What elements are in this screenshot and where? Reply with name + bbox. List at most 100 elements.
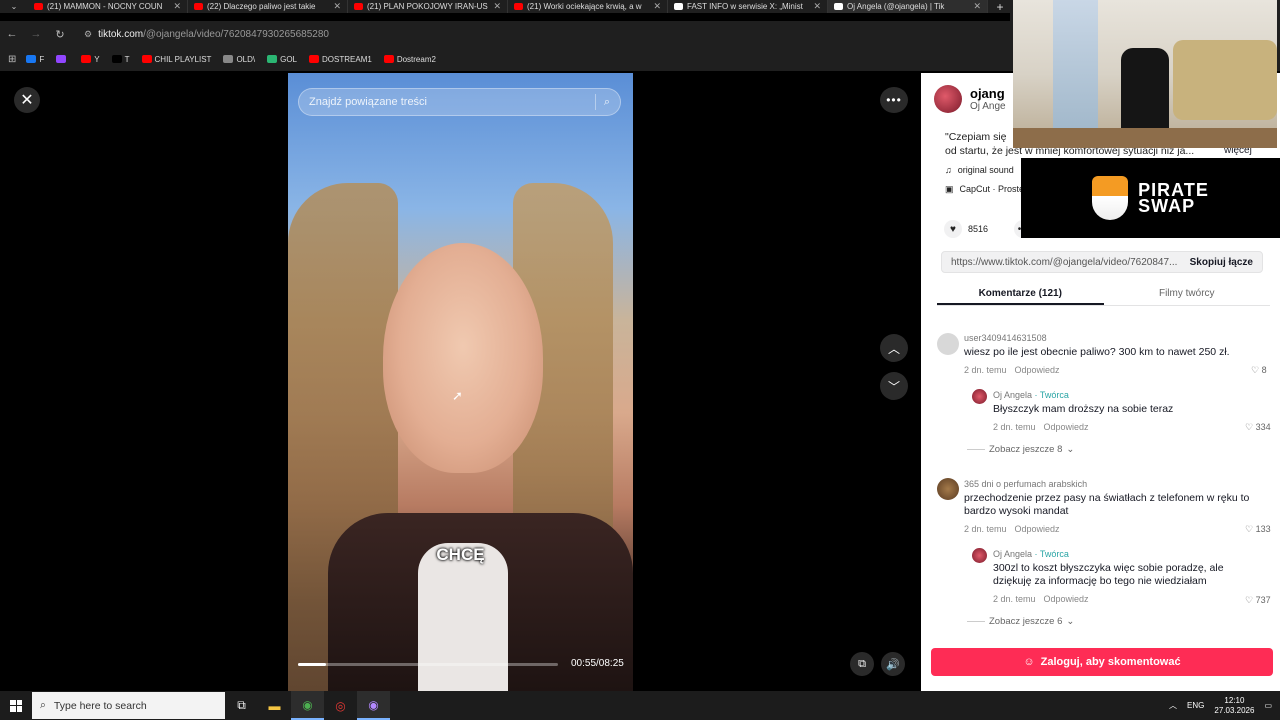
app-icon-purple[interactable]: ◉ xyxy=(357,691,390,720)
comment-meta: 2 dn. temu Odpowiedz xyxy=(964,524,1264,534)
reply-button[interactable]: Odpowiedz xyxy=(1044,594,1089,604)
show-more-replies-button[interactable]: Zobacz jeszcze 6 ⌄ xyxy=(967,616,1074,627)
creator-avatar[interactable] xyxy=(972,548,987,563)
sound-row[interactable]: ♫ original sound xyxy=(945,165,1014,175)
app-icon-red[interactable]: ◎ xyxy=(324,691,357,720)
panel-tabs: Komentarze (121) Filmy twórcy xyxy=(937,282,1270,306)
url-field[interactable]: ⚙ tiktok.com/@ojangela/video/76208479302… xyxy=(76,22,337,46)
reply-button[interactable]: Odpowiedz xyxy=(1044,422,1089,432)
reply-text: Błyszczyk mam droższy na sobie teraz xyxy=(993,403,1174,415)
floating-player-button[interactable]: ⧉ xyxy=(850,652,874,676)
close-tab-icon[interactable]: ✕ xyxy=(653,1,661,12)
search-icon[interactable]: ⌕ xyxy=(604,96,610,109)
login-to-comment-button[interactable]: ☺ Zaloguj, aby skomentować xyxy=(931,648,1273,676)
back-icon[interactable]: ← xyxy=(0,28,24,40)
bookmark-item[interactable]: T xyxy=(111,55,130,64)
comment-username[interactable]: 365 dni o perfumach arabskich xyxy=(964,479,1264,489)
notification-icon[interactable]: ▭ xyxy=(1264,701,1272,710)
comment-username[interactable]: user3409414631508 xyxy=(964,333,1264,343)
bookmark-item[interactable]: CHIL PLAYLIST xyxy=(141,55,211,64)
reload-icon[interactable]: ↻ xyxy=(48,28,72,41)
close-tab-icon[interactable]: ✕ xyxy=(493,1,501,12)
browser-tab[interactable]: (21) PLAN POKOJOWY IRAN-US ✕ xyxy=(348,0,508,13)
reply-like[interactable]: ♡ 737 xyxy=(1245,595,1271,606)
close-tab-icon[interactable]: ✕ xyxy=(973,1,981,12)
tab-title: (21) PLAN POKOJOWY IRAN-US xyxy=(367,2,488,11)
address-bar: ← → ↻ ⚙ tiktok.com/@ojangela/video/76208… xyxy=(0,21,1010,47)
reply-username[interactable]: Oj Angela xyxy=(993,390,1032,400)
reply-button[interactable]: Odpowiedz xyxy=(1015,524,1060,534)
browser-tab[interactable]: (22) Dlaczego paliwo jest takie ✕ xyxy=(188,0,348,13)
tab-search-chevron-icon[interactable]: ⌄ xyxy=(0,0,28,13)
bookmark-item[interactable]: GOL xyxy=(267,55,297,64)
author-name[interactable]: ojang xyxy=(970,86,1006,101)
related-search-input[interactable]: Znajdź powiązane treści ⌕ xyxy=(298,88,621,116)
bookmark-favicon-icon xyxy=(309,55,320,63)
login-label: Zaloguj, aby skomentować xyxy=(1040,656,1181,668)
author-subtitle: Oj Ange xyxy=(970,101,1006,112)
previous-video-button[interactable]: ︿ xyxy=(880,334,908,362)
tab-comments[interactable]: Komentarze (121) xyxy=(937,282,1104,305)
close-video-button[interactable]: ✕ xyxy=(14,87,40,113)
tray-chevron-icon[interactable]: ︿ xyxy=(1169,700,1177,711)
author-block[interactable]: ojang Oj Ange xyxy=(934,85,1006,113)
bookmark-label: Y xyxy=(94,54,100,64)
webcam-floor xyxy=(1013,128,1277,148)
reply-like-count: 334 xyxy=(1255,422,1271,432)
bookmark-item[interactable]: DOSTREAM1 xyxy=(309,55,372,64)
start-button[interactable] xyxy=(0,691,32,720)
reply-username[interactable]: Oj Angela xyxy=(993,549,1032,559)
chrome-icon[interactable]: ◉ xyxy=(291,691,324,720)
site-info-icon[interactable]: ⚙ xyxy=(84,29,92,40)
copy-link-button[interactable]: Skopiuj łącze xyxy=(1181,257,1262,268)
bookmark-item[interactable]: Y xyxy=(81,54,100,64)
tab-favicon-icon xyxy=(34,3,43,10)
volume-button[interactable]: 🔊 xyxy=(881,652,905,676)
creator-avatar[interactable] xyxy=(972,389,987,404)
more-options-button[interactable]: ••• xyxy=(880,87,908,113)
bookmark-item[interactable]: Dostream2 xyxy=(383,55,436,64)
system-tray: ︿ ENG 12:10 27.03.2026 ▭ xyxy=(1169,691,1280,720)
browser-tab[interactable]: Oj Angela (@ojangela) | Tik ✕ xyxy=(828,0,988,13)
commenter-avatar[interactable] xyxy=(937,478,959,500)
commenter-avatar[interactable] xyxy=(937,333,959,355)
reply-like[interactable]: ♡ 334 xyxy=(1245,422,1271,433)
bookmark-item[interactable]: OLD\ xyxy=(223,55,255,64)
chevron-down-icon: ⌄ xyxy=(1066,444,1075,455)
forward-icon[interactable]: → xyxy=(24,28,48,40)
reply-button[interactable]: Odpowiedz xyxy=(1015,365,1060,375)
browser-tab[interactable]: (21) Worki ociekające krwią, a w ✕ xyxy=(508,0,668,13)
close-tab-icon[interactable]: ✕ xyxy=(173,1,181,12)
next-video-button[interactable]: ﹀ xyxy=(880,372,908,400)
clock[interactable]: 12:10 27.03.2026 xyxy=(1214,696,1254,716)
apps-grid-icon[interactable]: ⊞ xyxy=(8,54,16,65)
close-tab-icon[interactable]: ✕ xyxy=(813,1,821,12)
bookmark-item[interactable]: F xyxy=(26,55,44,64)
author-avatar[interactable] xyxy=(934,85,962,113)
tab-title: (22) Dlaczego paliwo jest takie xyxy=(207,2,316,11)
new-tab-button[interactable]: + xyxy=(988,0,1012,14)
comment-text: wiesz po ile jest obecnie paliwo? 300 km… xyxy=(964,346,1230,358)
pirate-logo-icon xyxy=(1092,176,1129,220)
task-view-icon[interactable]: ⧉ xyxy=(225,691,258,720)
browser-tab[interactable]: FAST INFO w serwisie X: „Minist ✕ xyxy=(668,0,828,13)
comment-like[interactable]: ♡ 133 xyxy=(1245,524,1271,535)
show-more-replies-button[interactable]: Zobacz jeszcze 8 ⌄ xyxy=(967,444,1074,455)
browser-tab[interactable]: (21) MAMMON - NOCNY COUN ✕ xyxy=(28,0,188,13)
capcut-row[interactable]: ▣ CapCut · Proste xyxy=(945,184,1024,195)
related-search-placeholder: Znajdź powiązane treści xyxy=(309,96,428,108)
bookmarks-bar: ⊞ F Y T CHIL PLAYLIST OLD\ GOL DOSTREAM1 Dostre… xyxy=(0,47,1010,71)
bookmark-item[interactable] xyxy=(56,55,69,63)
tab-creator-videos[interactable]: Filmy twórcy xyxy=(1104,282,1271,305)
video-progress-fill xyxy=(298,663,327,666)
video-progress-bar[interactable] xyxy=(298,663,558,666)
taskbar-search[interactable]: ⌕ Type here to search xyxy=(32,692,225,719)
close-tab-icon[interactable]: ✕ xyxy=(333,1,341,12)
comment-like[interactable]: ♡ 8 xyxy=(1251,365,1267,376)
video-player[interactable] xyxy=(288,73,633,691)
heart-icon[interactable]: ♥ xyxy=(944,220,962,238)
share-url-field[interactable]: https://www.tiktok.com/@ojangela/video/7… xyxy=(941,251,1263,273)
file-explorer-icon[interactable]: ▬ xyxy=(258,691,291,720)
language-indicator[interactable]: ENG xyxy=(1187,701,1204,710)
divider-line xyxy=(967,449,985,450)
